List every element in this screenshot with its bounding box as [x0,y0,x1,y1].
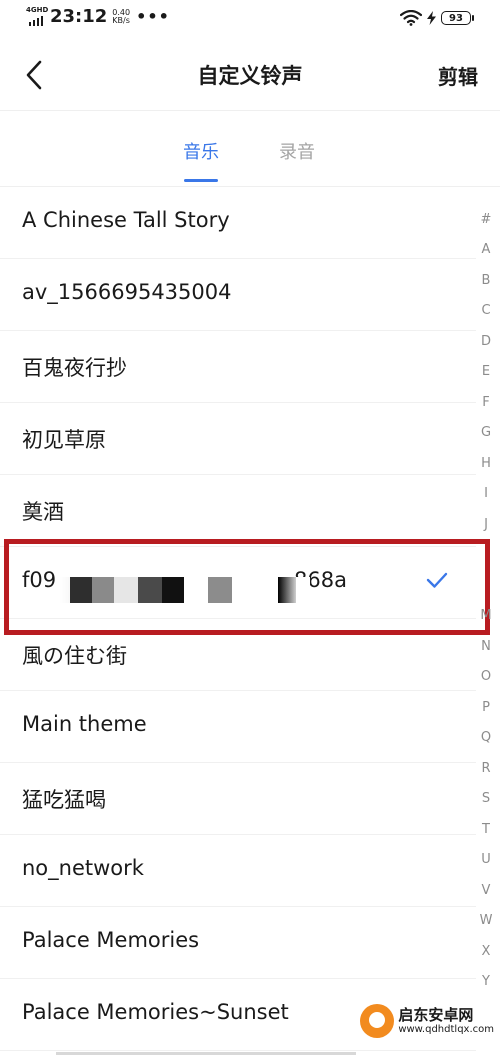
song-title-start: f09 [22,568,57,592]
index-letter[interactable]: X [476,944,496,959]
song-title: 風の住む街 [22,644,127,668]
song-title: no_network [22,856,144,880]
index-letter[interactable]: N [476,639,496,654]
list-item[interactable]: 百鬼夜行抄 [0,330,476,403]
watermark: 启东安卓网 www.qdhdtlqx.com [360,1004,494,1038]
index-letter[interactable]: I [476,486,496,501]
status-right: 93 [400,10,474,26]
battery-level: 93 [441,11,471,25]
page-title: 自定义铃声 [197,64,303,88]
index-letter[interactable]: H [476,456,496,471]
song-title: 奠酒 [22,500,64,524]
index-letter[interactable]: D [476,334,496,349]
index-letter[interactable]: Q [476,730,496,745]
song-title: Palace Memories~Sunset [22,1000,289,1024]
list-item[interactable]: A Chinese Tall Story [0,186,476,259]
battery-icon: 93 [441,11,474,25]
index-letter[interactable]: F [476,395,496,410]
watermark-url: www.qdhdtlqx.com [398,1024,494,1035]
list-item[interactable]: 猛吃猛喝 [0,762,476,835]
more-notifications-icon: ••• [136,7,170,26]
signal-bars-icon [26,16,46,26]
wifi-icon [400,10,422,26]
list-item[interactable]: av_1566695435004 [0,258,476,331]
index-letter[interactable]: R [476,761,496,776]
network-indicator: 4GHD [26,6,49,26]
network-speed-unit: KB/s [112,15,130,25]
index-letter[interactable]: C [476,303,496,318]
index-letter[interactable]: W [476,913,496,928]
song-title: 百鬼夜行抄 [22,356,127,380]
list-item[interactable]: Main theme [0,690,476,763]
index-letter[interactable]: A [476,242,496,257]
list-item[interactable]: 初见草原 [0,402,476,475]
network-speed: 0.40 KB/s [112,8,130,25]
index-letter[interactable]: Y [476,974,496,989]
list-item[interactable]: 奠酒 [0,474,476,547]
checkmark-icon [426,572,448,588]
song-title: A Chinese Tall Story [22,208,230,232]
tab-recording[interactable]: 录音 [279,138,315,164]
index-letter[interactable]: V [476,883,496,898]
index-letter[interactable]: J [476,517,496,532]
network-label: 4GHD [26,6,49,14]
index-letter[interactable]: T [476,822,496,837]
index-letter[interactable]: G [476,425,496,440]
song-title: av_1566695435004 [22,280,232,304]
charging-bolt-icon [427,11,436,25]
tab-bar: 音乐 录音 [0,111,500,187]
watermark-logo-icon [360,1004,395,1038]
index-letter[interactable]: # [476,212,496,227]
index-letter[interactable]: M [476,608,496,623]
list-item[interactable]: no_network [0,834,476,907]
app-header: 自定义铃声 剪辑 [0,40,500,111]
index-letter[interactable]: B [476,273,496,288]
status-left: 4GHD 23:12 0.40 KB/s ••• [26,6,170,27]
status-time: 23:12 [50,6,108,27]
song-title: Palace Memories [22,928,200,952]
index-letter[interactable]: P [476,700,496,715]
index-letter[interactable]: S [476,791,496,806]
list-item[interactable]: 風の住む街 [0,618,476,691]
watermark-name: 启东安卓网 [398,1006,474,1024]
song-title: Main theme [22,712,147,736]
song-title: 猛吃猛喝 [22,788,106,812]
index-letter[interactable]: U [476,852,496,867]
index-letter[interactable]: E [476,364,496,379]
tab-music[interactable]: 音乐 [183,138,219,164]
bottom-divider [56,1052,356,1055]
active-tab-indicator [184,179,218,182]
status-bar: 4GHD 23:12 0.40 KB/s ••• 93 [0,0,500,40]
edit-button[interactable]: 剪辑 [438,61,478,90]
index-letter[interactable]: O [476,669,496,684]
song-title: 初见草原 [22,428,106,452]
list-item[interactable]: Palace Memories [0,906,476,979]
